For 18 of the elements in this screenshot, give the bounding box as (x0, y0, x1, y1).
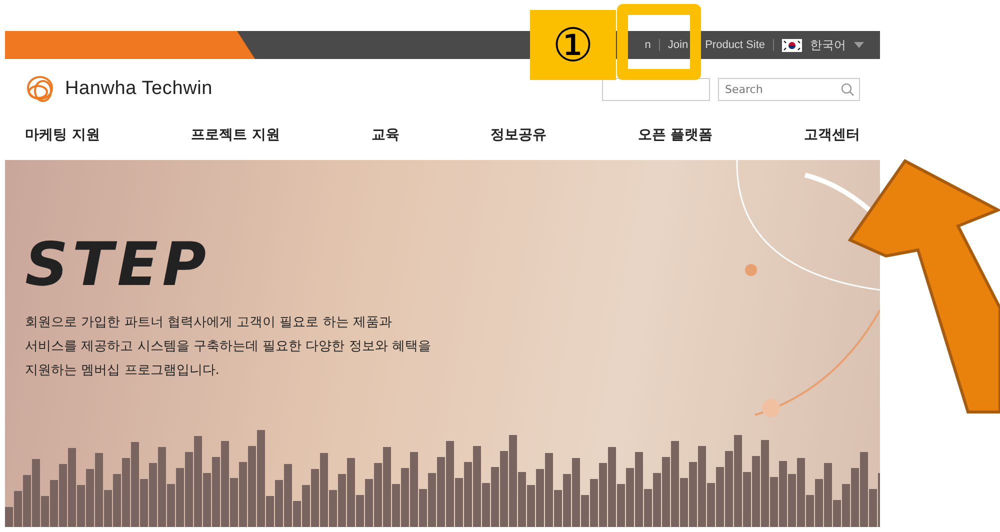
nav-menu-item[interactable]: 오픈 플랫폼 (618, 125, 733, 146)
search-icon[interactable] (841, 82, 854, 96)
hero-description: 회원으로 가입한 파트너 협력사에게 고객이 필요로 하는 제품과 서비스를 제공하고 시스템을 구축하는데 필요한 다양한 정보와 혜택을 지원하는 멤버십 프로그램입니다. (25, 314, 431, 380)
korea-flag-icon (782, 38, 802, 52)
language-selector[interactable]: 한국어 (782, 36, 864, 54)
nav-menu-item[interactable]: 정보공유 (470, 125, 567, 146)
top-bar-link[interactable]: Product Site (705, 36, 765, 54)
nav-menu-item[interactable]: 마케팅 지원 (5, 125, 120, 146)
nav-menu-item[interactable]: 프로젝트 지원 (171, 125, 300, 146)
caret-icon (854, 42, 864, 48)
nav-menu-item[interactable]: 교육 (351, 125, 420, 146)
step-number-label: ① (530, 10, 616, 80)
search-field[interactable]: Search (718, 78, 860, 100)
logo-text[interactable]: Hanwha Techwin (65, 74, 212, 104)
top-bar-link[interactable]: Join (668, 36, 688, 54)
top-bar-link[interactable]: n (644, 36, 651, 54)
hero-title: STEP (25, 235, 212, 295)
nav-menu-item[interactable]: 고객센터 (784, 125, 880, 146)
